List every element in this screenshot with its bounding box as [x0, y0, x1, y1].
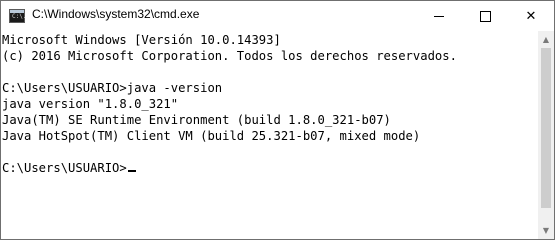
console-line: Java HotSpot(TM) Client VM (build 25.321…: [2, 129, 421, 143]
scroll-up-arrow-icon[interactable]: ▲: [538, 31, 554, 48]
vertical-scrollbar[interactable]: ▲ ▼: [538, 31, 554, 239]
console-line: java version "1.8.0_321": [2, 97, 179, 111]
cmd-window: C:\. C:\Windows\system32\cmd.exe ✕ Micro…: [0, 0, 555, 240]
prompt-line: C:\Users\USUARIO>: [2, 160, 136, 176]
console-line: C:\Users\USUARIO>java -version: [2, 81, 223, 95]
minimize-button[interactable]: [416, 1, 462, 31]
minimize-icon: [434, 15, 444, 17]
console-output[interactable]: Microsoft Windows [Versión 10.0.14393] (…: [1, 31, 538, 239]
prompt-text: C:\Users\USUARIO>: [2, 161, 127, 175]
scroll-down-arrow-icon[interactable]: ▼: [538, 222, 554, 239]
cmd-icon[interactable]: C:\.: [9, 9, 27, 23]
maximize-icon: [479, 10, 491, 22]
window-title: C:\Windows\system32\cmd.exe: [32, 7, 200, 21]
close-button[interactable]: ✕: [508, 1, 554, 31]
console-line: Microsoft Windows [Versión 10.0.14393]: [2, 33, 281, 47]
title-bar[interactable]: C:\. C:\Windows\system32\cmd.exe ✕: [1, 1, 554, 31]
console-line: Java(TM) SE Runtime Environment (build 1…: [2, 113, 391, 127]
console-line: (c) 2016 Microsoft Corporation. Todos lo…: [2, 49, 457, 63]
maximize-button[interactable]: [462, 1, 508, 31]
text-cursor: [127, 170, 136, 172]
cmd-icon-glyph: C:\.: [12, 13, 27, 20]
close-icon: ✕: [525, 8, 537, 24]
scrollbar-thumb[interactable]: [541, 48, 551, 208]
